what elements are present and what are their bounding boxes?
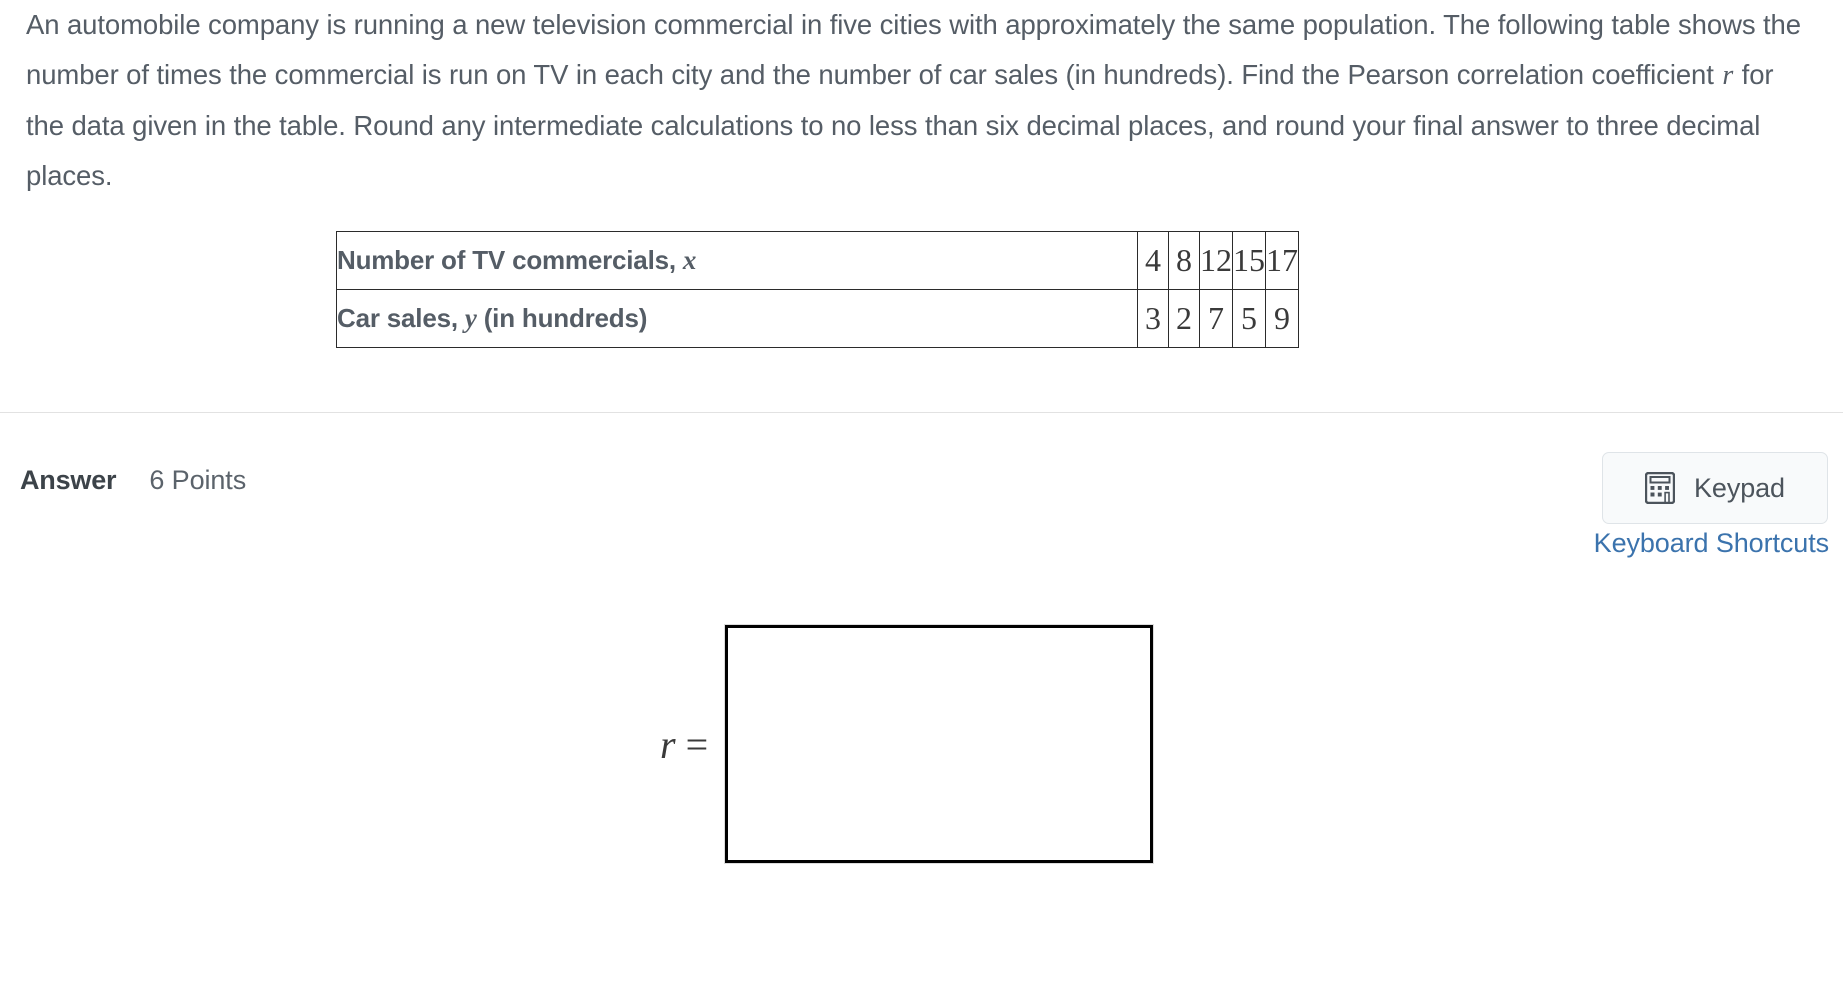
table-cell: 17 <box>1265 231 1299 290</box>
question-text: An automobile company is running a new t… <box>26 0 1816 201</box>
table-cell: 5 <box>1232 289 1266 348</box>
row-label-variable: x <box>682 245 697 275</box>
points-label: 6 Points <box>149 465 247 495</box>
table-row: Number of TV commercials, x 4 8 12 15 17 <box>336 231 1299 290</box>
answer-input[interactable] <box>724 624 1155 864</box>
table-row: Car sales, y (in hundreds) 3 2 7 5 9 <box>336 289 1299 348</box>
keyboard-shortcuts-link[interactable]: Keyboard Shortcuts <box>1594 528 1829 559</box>
table-row-label-x: Number of TV commercials, x <box>336 231 1138 290</box>
answer-title: Answer <box>20 465 117 495</box>
answer-entry-row: r = <box>660 624 1155 864</box>
table-row-label-y: Car sales, y (in hundreds) <box>336 289 1138 348</box>
table-cell: 3 <box>1137 289 1169 348</box>
question-math-variable-r: r <box>1722 60 1734 91</box>
data-table: Number of TV commercials, x 4 8 12 15 17… <box>336 231 1299 348</box>
row-label-prefix: Number of TV commercials, <box>337 245 683 275</box>
row-label-prefix: Car sales, <box>337 303 465 333</box>
answer-variable-r: r <box>660 721 676 767</box>
keypad-button[interactable]: Keypad <box>1602 452 1828 524</box>
section-divider <box>0 412 1843 413</box>
answer-header: Answer 6 Points <box>20 465 246 496</box>
question-prompt: An automobile company is running a new t… <box>26 0 1816 201</box>
table-cell: 15 <box>1232 231 1266 290</box>
answer-equals-sign: = <box>675 721 709 767</box>
table-cell: 4 <box>1137 231 1169 290</box>
table-cell: 7 <box>1199 289 1233 348</box>
calculator-icon <box>1644 471 1676 505</box>
row-label-suffix: (in hundreds) <box>476 303 648 333</box>
data-table-container: Number of TV commercials, x 4 8 12 15 17… <box>336 231 1299 348</box>
row-label-variable: y <box>464 303 477 333</box>
table-cell: 12 <box>1199 231 1233 290</box>
keypad-label: Keypad <box>1694 472 1785 503</box>
table-cell: 2 <box>1168 289 1200 348</box>
table-cell: 8 <box>1168 231 1200 290</box>
table-cell: 9 <box>1265 289 1299 348</box>
answer-prefix-label: r = <box>660 721 708 768</box>
question-text-part1: An automobile company is running a new t… <box>26 9 1801 90</box>
